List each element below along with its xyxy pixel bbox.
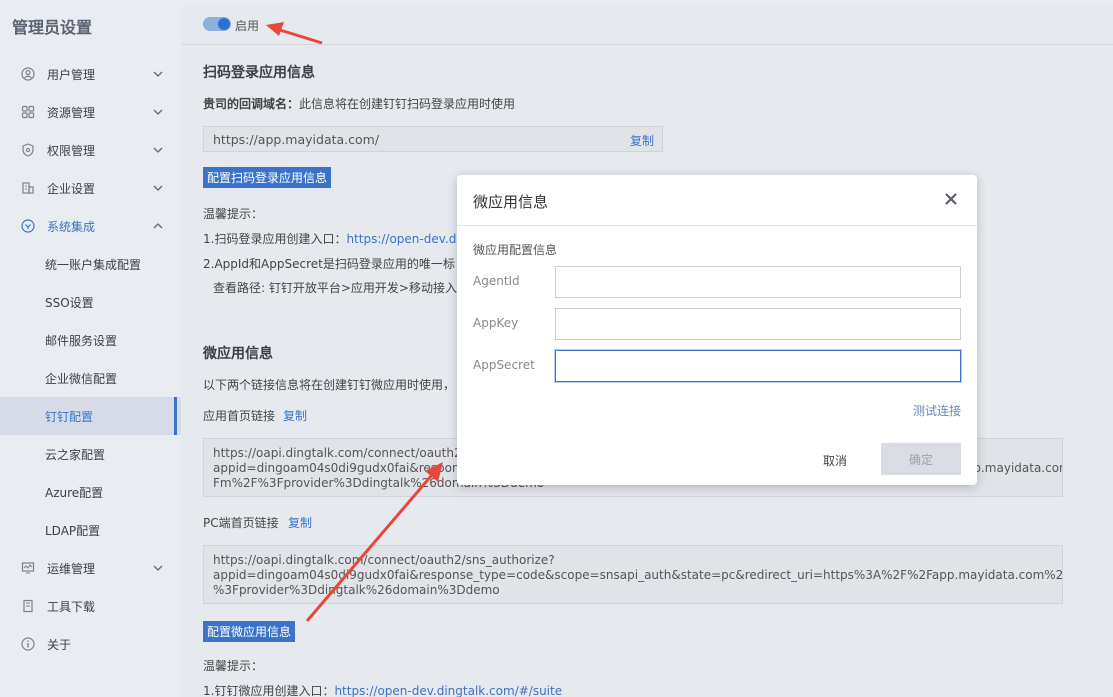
appkey-field[interactable]	[555, 308, 961, 340]
arrow-to-toggle	[266, 22, 323, 45]
modal-divider	[457, 225, 977, 226]
agentid-field[interactable]	[555, 266, 961, 298]
appsecret-label: AppSecret	[473, 358, 535, 372]
modal-title: 微应用信息	[473, 193, 549, 211]
test-connection-link[interactable]: 测试连接	[913, 402, 961, 419]
cancel-button[interactable]: 取消	[823, 452, 847, 469]
close-icon[interactable]	[943, 191, 959, 207]
agentid-label: AgentId	[473, 274, 520, 288]
confirm-button[interactable]: 确定	[881, 443, 961, 475]
arrow-to-modal	[305, 462, 443, 622]
appkey-label: AppKey	[473, 316, 519, 330]
micro-app-modal: 微应用信息 微应用配置信息 AgentId AppKey AppSecret 测…	[457, 175, 977, 485]
appsecret-field[interactable]	[555, 350, 961, 382]
modal-subtitle: 微应用配置信息	[473, 243, 558, 257]
